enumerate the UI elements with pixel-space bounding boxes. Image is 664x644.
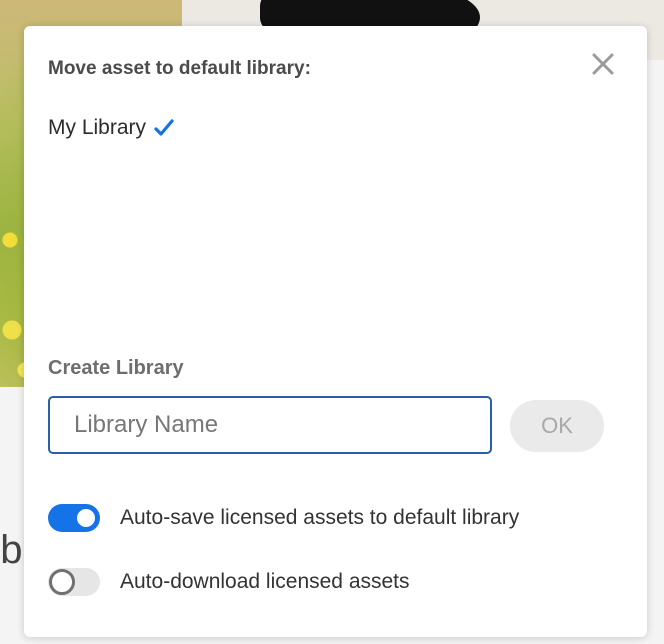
close-button[interactable] xyxy=(591,52,615,76)
library-name: My Library xyxy=(48,116,147,139)
create-library-label: Create Library xyxy=(48,357,184,379)
close-icon xyxy=(591,52,615,76)
auto-save-toggle[interactable] xyxy=(48,504,100,532)
auto-save-label: Auto-save licensed assets to default lib… xyxy=(120,506,520,529)
move-asset-dialog: Move asset to default library: My Librar… xyxy=(24,26,647,637)
toggle-row-auto-save: Auto-save licensed assets to default lib… xyxy=(48,504,519,532)
checkmark-icon xyxy=(154,119,174,137)
auto-download-toggle[interactable] xyxy=(48,568,100,596)
toggle-knob xyxy=(49,569,75,595)
dialog-title: Move asset to default library: xyxy=(48,58,311,79)
toggle-knob xyxy=(75,507,97,529)
library-name-input[interactable] xyxy=(48,396,492,454)
auto-download-label: Auto-download licensed assets xyxy=(120,570,410,593)
ok-button[interactable]: OK xyxy=(510,400,604,452)
library-item-my-library[interactable]: My Library xyxy=(48,116,174,140)
background-text: ob xyxy=(0,528,23,572)
toggle-row-auto-download: Auto-download licensed assets xyxy=(48,568,410,596)
